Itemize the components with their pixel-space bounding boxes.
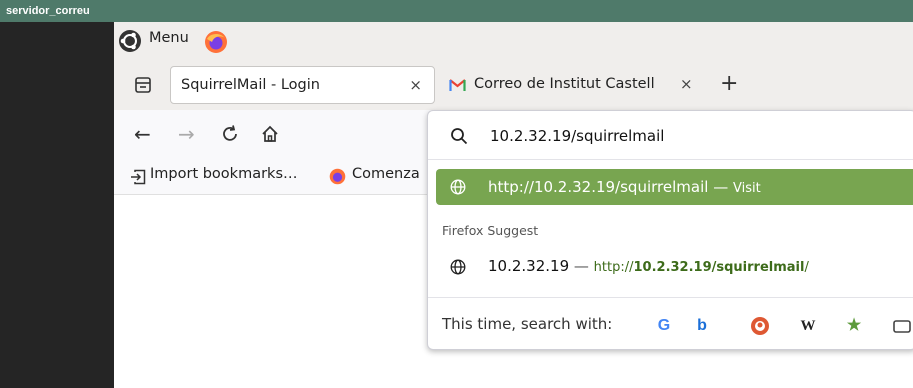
urlbar-input[interactable]: 10.2.32.19/squirrelmail — [490, 127, 664, 145]
tab-label: SquirrelMail - Login — [181, 77, 320, 93]
result-separator: — — [713, 178, 729, 196]
suggestion-text: 10.2.32.19 — http://10.2.32.19/squirrelm… — [488, 257, 809, 275]
system-menu-label[interactable]: Menu — [149, 30, 189, 46]
tabs-icon[interactable] — [892, 316, 912, 336]
tab-squirrelmail-login[interactable]: SquirrelMail - Login × — [170, 66, 435, 104]
home-icon[interactable] — [260, 124, 280, 144]
selected-result-text: http://10.2.32.19/squirrelmail — Visit — [488, 178, 761, 196]
bing-icon[interactable]: b — [692, 316, 712, 336]
new-tab-button[interactable]: + — [720, 72, 738, 96]
suggestion-url-prefix: http:// — [593, 260, 634, 275]
visit-action: Visit — [732, 181, 761, 196]
bookmark-import[interactable]: Import bookmarks… — [150, 166, 298, 182]
globe-icon — [450, 179, 466, 195]
vm-window-title: servidor_correu — [0, 0, 913, 22]
reload-icon[interactable] — [220, 124, 240, 144]
suggestion-url-suffix: / — [804, 260, 809, 275]
vm-sidebar — [0, 22, 114, 388]
search-icon — [451, 128, 468, 145]
tab-strip: SquirrelMail - Login × Correo de Institu… — [114, 62, 913, 110]
suggestion-url-bold: 10.2.32.19/squirrelmail — [633, 260, 805, 275]
urlbar[interactable]: 10.2.32.19/squirrelmail — [428, 111, 913, 160]
ubuntu-logo-icon[interactable] — [118, 29, 142, 53]
import-icon — [131, 169, 146, 185]
tab-close-icon[interactable]: × — [677, 75, 696, 93]
wikipedia-icon[interactable]: W — [798, 316, 818, 336]
suggestion-url: http://10.2.32.19/squirrelmail/ — [594, 260, 809, 275]
bookmark-comenzar[interactable]: Comenza — [352, 166, 420, 182]
firefox-view-icon[interactable] — [134, 76, 152, 94]
firefox-icon — [329, 168, 346, 185]
selected-result-row[interactable]: http://10.2.32.19/squirrelmail — Visit — [436, 169, 913, 205]
result-separator: — — [573, 257, 589, 275]
urlbar-dropdown: 10.2.32.19/squirrelmail http://10.2.32.1… — [427, 110, 913, 350]
search-engines-row: This time, search with: G b W ★ — [428, 298, 913, 349]
firefox-suggest-heading: Firefox Suggest — [442, 223, 539, 238]
duckduckgo-icon[interactable] — [750, 316, 770, 336]
tab-correo-institut[interactable]: Correo de Institut Castell × — [444, 66, 696, 104]
suggestion-title: 10.2.32.19 — [488, 257, 570, 275]
gmail-icon — [449, 79, 466, 91]
tab-close-icon[interactable]: × — [409, 76, 422, 94]
back-arrow-icon[interactable]: ← — [134, 122, 151, 146]
selected-result-url: http://10.2.32.19/squirrelmail — [488, 178, 709, 196]
tab-label: Correo de Institut Castell — [474, 76, 655, 92]
suggestion-row[interactable]: 10.2.32.19 — http://10.2.32.19/squirrelm… — [436, 249, 913, 285]
forward-arrow-icon[interactable]: → — [178, 122, 195, 146]
search-with-label: This time, search with: — [442, 315, 613, 333]
google-icon[interactable]: G — [654, 316, 674, 336]
bookmarks-star-icon[interactable]: ★ — [844, 316, 864, 336]
system-menubar: Menu — [114, 22, 913, 62]
globe-icon — [450, 259, 466, 275]
firefox-icon[interactable] — [204, 30, 228, 54]
